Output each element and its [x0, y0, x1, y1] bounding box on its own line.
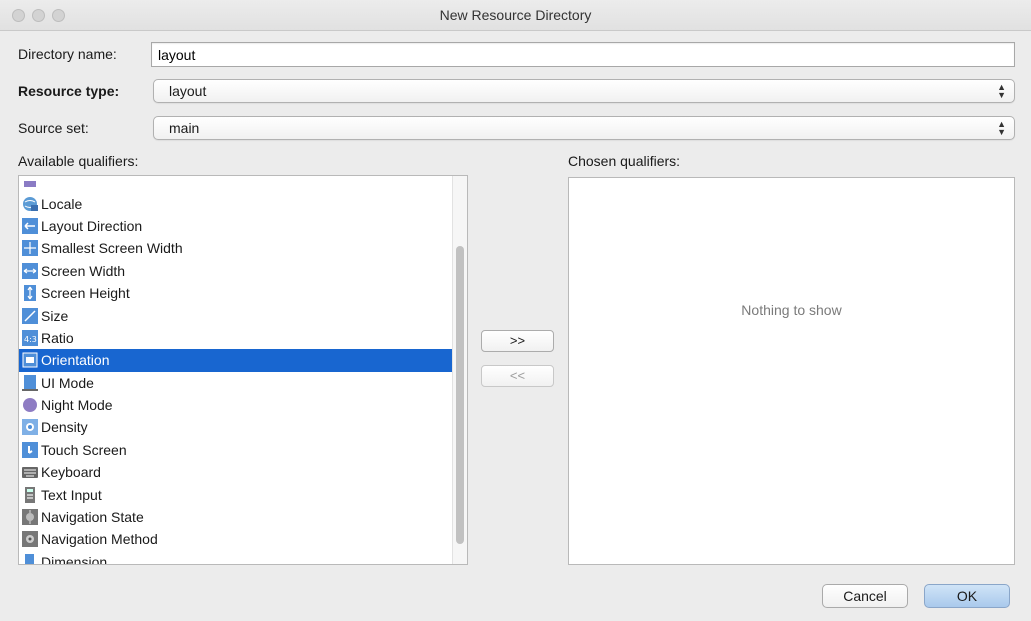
list-item-ui-mode[interactable]: UI Mode: [19, 372, 452, 394]
list-item-label: Layout Direction: [41, 217, 143, 234]
list-item-label: Screen Height: [41, 285, 130, 302]
layout-direction-icon: [22, 217, 38, 234]
chosen-qualifiers-list[interactable]: Nothing to show: [568, 177, 1015, 565]
select-arrows-icon: ▲ ▼: [997, 119, 1006, 137]
navigation-method-icon: [22, 531, 38, 548]
list-item-night-mode[interactable]: Night Mode: [19, 394, 452, 416]
density-icon: [22, 419, 38, 436]
list-item-label: UI Mode: [41, 374, 94, 391]
empty-state-text: Nothing to show: [741, 302, 842, 318]
resource-type-select[interactable]: layout ▲ ▼: [153, 79, 1015, 103]
list-item-locale[interactable]: Locale: [19, 192, 452, 214]
available-qualifiers-label: Available qualifiers:: [18, 153, 139, 169]
remove-qualifier-button[interactable]: <<: [481, 365, 554, 387]
ui-mode-icon: [22, 374, 38, 391]
list-item-screen-height[interactable]: Screen Height: [19, 282, 452, 304]
list-item-keyboard[interactable]: Keyboard: [19, 461, 452, 483]
available-qualifiers-list[interactable]: Locale Layout Direction Smallest Screen Wi…: [18, 175, 468, 565]
list-item-label: Touch Screen: [41, 441, 127, 458]
window-title: New Resource Directory: [439, 7, 592, 23]
list-item-dimension[interactable]: Dimension: [19, 551, 452, 565]
list-item-label: Dimension: [41, 553, 108, 565]
directory-name-field[interactable]: [151, 42, 1015, 67]
list-item-text-input[interactable]: Text Input: [19, 483, 452, 505]
source-set-value: main: [169, 120, 200, 136]
list-item-smallest-screen-width[interactable]: Smallest Screen Width: [19, 237, 452, 259]
list-item-label: Night Mode: [41, 397, 113, 414]
list-item-label: Keyboard: [41, 464, 101, 481]
scrollbar-thumb[interactable]: [456, 246, 464, 544]
list-item-label: Smallest Screen Width: [41, 240, 183, 257]
list-item-label: Navigation Method: [41, 531, 158, 548]
new-resource-directory-dialog: New Resource Directory Directory name: R…: [0, 0, 1031, 621]
globe-icon: [22, 196, 38, 212]
list-item-label: Ratio: [41, 329, 74, 346]
list-item-label: Navigation State: [41, 509, 144, 526]
screen-width-icon: [22, 262, 38, 279]
list-item-density[interactable]: Density: [19, 416, 452, 438]
directory-name-label: Directory name:: [18, 46, 117, 62]
list-scrollbar[interactable]: [452, 176, 467, 564]
night-mode-icon: [22, 397, 38, 413]
list-item-label: Locale: [41, 195, 83, 212]
select-arrows-icon: ▲ ▼: [997, 82, 1006, 100]
ok-button[interactable]: OK: [924, 584, 1010, 608]
list-item-ratio[interactable]: 4:3 Ratio: [19, 327, 452, 349]
list-item-navigation-method[interactable]: Navigation Method: [19, 528, 452, 550]
ratio-icon: 4:3: [22, 329, 38, 346]
source-set-select[interactable]: main ▲ ▼: [153, 116, 1015, 140]
list-item-touch-screen[interactable]: Touch Screen: [19, 439, 452, 461]
partial-item-icon: [22, 176, 38, 189]
resource-type-value: layout: [169, 83, 207, 99]
list-item-navigation-state[interactable]: Navigation State: [19, 506, 452, 528]
source-set-label: Source set:: [18, 120, 89, 136]
orientation-icon: [22, 352, 38, 368]
list-item-partial: [19, 176, 452, 192]
navigation-state-icon: [22, 509, 38, 526]
list-item-label: Text Input: [41, 486, 102, 503]
smallest-width-icon: [22, 240, 38, 257]
list-item-label: Orientation: [41, 352, 110, 369]
text-input-icon: [22, 486, 38, 503]
list-item-label: Size: [41, 307, 69, 324]
chosen-qualifiers-label: Chosen qualifiers:: [568, 153, 681, 169]
screen-height-icon: [22, 285, 38, 302]
add-qualifier-button[interactable]: >>: [481, 330, 554, 352]
cancel-button[interactable]: Cancel: [822, 584, 908, 608]
svg-text:4:3: 4:3: [24, 335, 37, 344]
resource-type-label: Resource type:: [18, 83, 120, 99]
touch-screen-icon: [22, 441, 38, 458]
list-item-label: Screen Width: [41, 262, 126, 279]
list-item-layout-direction[interactable]: Layout Direction: [19, 215, 452, 237]
size-icon: [22, 307, 38, 324]
keyboard-icon: [22, 464, 38, 480]
list-item-screen-width[interactable]: Screen Width: [19, 260, 452, 282]
list-item-orientation[interactable]: Orientation: [19, 349, 452, 372]
list-item-size[interactable]: Size: [19, 304, 452, 326]
dimension-icon: [22, 553, 38, 564]
title-bar[interactable]: New Resource Directory: [0, 0, 1031, 31]
list-item-label: Density: [41, 419, 88, 436]
